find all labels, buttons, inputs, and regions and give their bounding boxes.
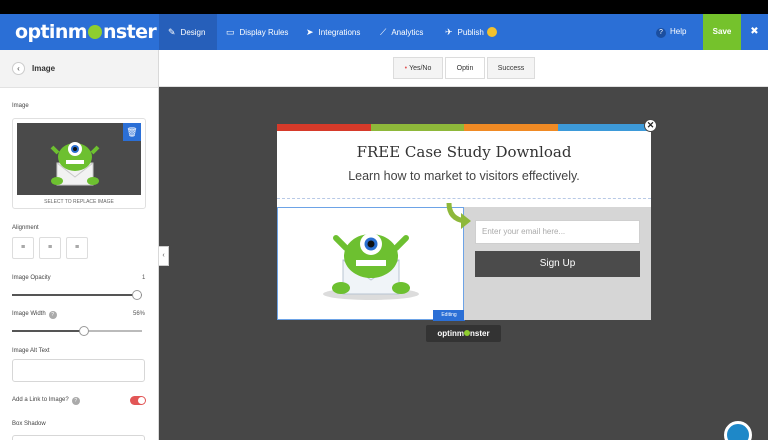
image-width-value: 56% — [133, 311, 146, 317]
question-icon: ? — [656, 28, 666, 38]
sign-up-button[interactable]: Sign Up — [475, 251, 640, 277]
paper-plane-icon: ➤ — [306, 27, 314, 37]
popup-form-block: Enter your email here... Sign Up — [464, 207, 651, 320]
powered-by-text-end: nster — [470, 329, 490, 338]
popup-subheadline[interactable]: Learn how to market to visitors effectiv… — [277, 169, 651, 183]
tab-integrations[interactable]: ➤ Integrations — [306, 14, 360, 50]
collapse-sidebar-button[interactable]: ‹ — [159, 246, 169, 266]
box-shadow-label: Box Shadow — [12, 421, 46, 427]
align-left-icon: ≡ — [20, 244, 26, 251]
tab-display-rules[interactable]: ▭ Display Rules — [226, 14, 288, 50]
line-chart-icon: ⟋ — [380, 27, 387, 37]
tab-yes-no[interactable]: • Yes/No — [393, 57, 443, 79]
tab-analytics[interactable]: ⟋ Analytics — [380, 14, 423, 50]
powered-by-badge[interactable]: optinm nster — [426, 325, 501, 342]
back-button[interactable]: ‹ — [12, 62, 25, 75]
logo-text-start: optinm — [15, 21, 88, 43]
help-button[interactable]: ? Help — [656, 14, 686, 50]
editing-badge: Editing — [433, 310, 465, 321]
color-stripe-segment — [557, 124, 651, 131]
align-center-button[interactable]: ≡ — [39, 237, 61, 259]
monitor-icon: ▭ — [226, 27, 235, 37]
color-stripe-segment — [277, 124, 371, 131]
tab-publish-label: Publish — [457, 28, 484, 37]
chevron-left-icon: ‹ — [162, 252, 165, 259]
add-link-toggle[interactable] — [130, 396, 146, 405]
close-builder-button[interactable]: ✖ — [741, 14, 768, 50]
email-field[interactable]: Enter your email here... — [475, 220, 640, 244]
tab-success[interactable]: Success — [487, 57, 535, 79]
tab-integrations-label: Integrations — [318, 28, 361, 37]
publish-status-badge — [486, 27, 497, 37]
close-icon: ✖ — [750, 26, 759, 37]
help-icon[interactable]: ? — [48, 311, 57, 319]
powered-by-text-start: optinm — [437, 329, 465, 338]
image-opacity-label: Image Opacity — [12, 275, 51, 281]
color-stripe-segment — [370, 124, 464, 131]
tab-yes-no-label: Yes/No — [409, 65, 432, 72]
image-alt-text-label: Image Alt Text — [12, 348, 50, 354]
top-nav-bar: optinm nster ✎ Design ▭ Display Rules ➤ Inte… — [0, 14, 768, 50]
logo-text-end: nster — [102, 21, 157, 43]
image-picker[interactable]: 🗑 SELECT TO REPLACE IMAGE — [12, 118, 146, 209]
view-switcher-bar: • Yes/No Optin Success — [159, 50, 768, 87]
monster-eye-icon — [87, 25, 102, 39]
image-opacity-value: 1 — [142, 275, 146, 281]
image-width-slider-fill — [12, 330, 85, 332]
align-right-icon: ≡ — [74, 244, 80, 251]
sidebar: ‹ Image Image 🗑 SELECT TO REPLACE IMAGE … — [0, 50, 159, 440]
add-link-label: Add a Link to Image?? — [12, 397, 80, 405]
popup-close-button[interactable]: ✕ — [644, 119, 657, 132]
image-opacity-slider-thumb[interactable] — [132, 290, 142, 300]
curved-arrow-icon — [446, 202, 471, 229]
help-icon[interactable]: ? — [71, 397, 80, 405]
align-right-button[interactable]: ≡ — [66, 237, 88, 259]
monster-mascot-icon — [323, 233, 419, 300]
alignment-label: Alignment — [12, 225, 39, 231]
tab-display-rules-label: Display Rules — [239, 28, 289, 37]
tab-design-label: Design — [180, 28, 206, 37]
popup-headline[interactable]: FREE Case Study Download — [277, 143, 651, 161]
tab-publish[interactable]: ✈ Publish — [445, 14, 497, 50]
image-width-label-text: Image Width — [12, 311, 46, 317]
optinmonster-logo[interactable]: optinm nster — [15, 19, 157, 45]
image-label: Image — [12, 103, 29, 109]
tab-design[interactable]: ✎ Design — [159, 14, 217, 50]
color-stripe-segment — [464, 124, 558, 131]
optin-popup-preview: ✕ FREE Case Study Download Learn how to … — [277, 119, 657, 321]
image-width-slider-thumb[interactable] — [79, 326, 90, 336]
status-dot-icon: • — [404, 65, 408, 72]
help-label: Help — [670, 27, 687, 36]
image-preview[interactable]: 🗑 — [17, 123, 141, 195]
image-opacity-slider[interactable] — [12, 290, 142, 300]
tab-optin[interactable]: Optin — [445, 57, 485, 79]
popup-image-block[interactable]: Editing — [277, 207, 465, 321]
pencil-icon: ✎ — [168, 27, 176, 37]
add-link-label-text: Add a Link to Image? — [12, 397, 69, 403]
section-divider — [277, 198, 651, 199]
sidebar-title: Image — [32, 64, 56, 73]
box-shadow-select[interactable] — [12, 435, 145, 440]
tab-analytics-label: Analytics — [391, 28, 424, 37]
replace-image-caption: SELECT TO REPLACE IMAGE — [44, 199, 114, 205]
save-button[interactable]: Save — [703, 14, 741, 50]
image-width-slider[interactable] — [12, 326, 142, 336]
align-center-icon: ≡ — [47, 244, 53, 251]
sidebar-header: ‹ Image — [0, 50, 158, 88]
trash-icon: 🗑 — [126, 127, 138, 137]
chevron-left-icon: ‹ — [17, 64, 20, 73]
image-alt-text-input[interactable] — [12, 359, 145, 382]
close-icon: ✕ — [646, 120, 655, 130]
preview-canvas: • Yes/No Optin Success ‹ ✕ FREE Case Stud… — [159, 50, 768, 440]
image-width-label: Image Width? — [12, 311, 57, 319]
align-left-button[interactable]: ≡ — [12, 237, 34, 259]
rocket-icon: ✈ — [445, 27, 453, 37]
delete-image-button[interactable]: 🗑 — [123, 123, 141, 141]
